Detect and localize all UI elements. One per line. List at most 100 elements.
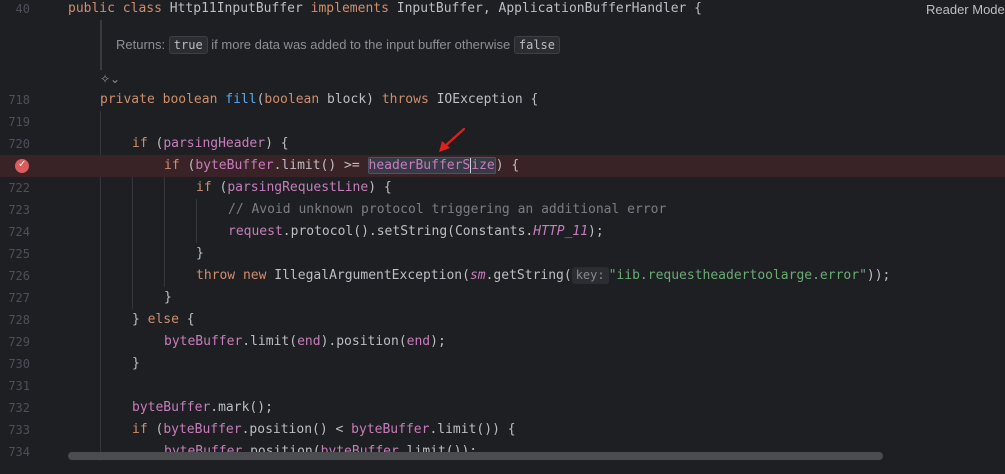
- param: block): [319, 92, 382, 107]
- line-number: 732: [8, 401, 30, 415]
- keyword: if: [196, 180, 212, 195]
- method-call: .position() <: [241, 422, 352, 437]
- doc-code-false: false: [513, 36, 560, 54]
- method-name: fill: [225, 92, 257, 107]
- keyword: public: [68, 1, 115, 16]
- line-number: 728: [8, 313, 30, 327]
- highlighted-field: headerBufferSize: [367, 157, 496, 174]
- code-line-723[interactable]: 723 // Avoid unknown protocol triggering…: [0, 199, 1005, 221]
- code-line-731[interactable]: 731: [0, 375, 1005, 397]
- method-call: .getString(: [485, 268, 572, 283]
- code-line-header[interactable]: 40 public class Http11InputBuffer implem…: [0, 0, 1005, 20]
- field-name: end: [297, 334, 321, 349]
- code-line-726[interactable]: 726 throw new IllegalArgumentException(s…: [0, 265, 1005, 287]
- constant: HTTP_11: [533, 224, 589, 239]
- field-part: headerBufferS: [368, 158, 471, 173]
- method-call: .limit()) {: [429, 422, 516, 437]
- code-line-725[interactable]: 725 }: [0, 243, 1005, 265]
- brace: }: [132, 312, 148, 327]
- line-number: 726: [8, 269, 30, 283]
- ai-lens-icon[interactable]: ✧⌄: [100, 72, 120, 86]
- code-editor[interactable]: 40 public class Http11InputBuffer implem…: [0, 0, 1005, 474]
- paren: (: [147, 422, 164, 437]
- interfaces: InputBuffer, ApplicationBufferHandler {: [396, 1, 703, 16]
- caret-field-part: ize: [470, 158, 495, 173]
- field-name: byteBuffer: [164, 334, 243, 349]
- keyword: boolean: [162, 92, 218, 107]
- keyword: class: [122, 1, 162, 16]
- keyword: boolean: [264, 92, 320, 107]
- field-name: parsingRequestLine: [227, 180, 369, 195]
- keyword: throw: [196, 268, 236, 283]
- class-declaration: public class Http11InputBuffer implement…: [68, 0, 702, 20]
- keyword: new: [242, 268, 267, 283]
- red-arrow-annotation: [439, 127, 466, 152]
- line-number: 734: [8, 445, 30, 459]
- string-literal: "iib.requestheadertoolarge.error": [608, 268, 867, 283]
- field-name: byteBuffer: [132, 400, 211, 415]
- keyword: else: [147, 312, 179, 327]
- line-number: 722: [8, 181, 30, 195]
- paren: ));: [866, 268, 891, 283]
- exception: IOException {: [428, 92, 539, 107]
- line-number: 733: [8, 423, 30, 437]
- brace: {: [178, 312, 195, 327]
- doc-text: if more data was added to the input buff…: [211, 37, 511, 52]
- javadoc-returns: Returns: true if more data was added to …: [116, 36, 560, 54]
- keyword: if: [132, 136, 148, 151]
- keyword: implements: [310, 1, 389, 16]
- doc-code-true: true: [168, 36, 208, 54]
- field-name: byteBuffer: [195, 158, 274, 173]
- brace: }: [196, 246, 204, 261]
- reader-mode-button[interactable]: Reader Mode: [926, 2, 1005, 17]
- paren: ) {: [495, 158, 520, 173]
- class-name: Http11InputBuffer: [169, 1, 303, 16]
- code-line-719[interactable]: 719: [0, 111, 1005, 133]
- code-line-722[interactable]: 722 if (parsingRequestLine) {: [0, 177, 1005, 199]
- paren: );: [588, 224, 604, 239]
- line-number: 720: [8, 137, 30, 151]
- method-call: ).position(: [320, 334, 407, 349]
- doc-label: Returns:: [116, 37, 166, 52]
- line-number: 727: [8, 291, 30, 305]
- code-line-728[interactable]: 728 } else {: [0, 309, 1005, 331]
- brace: }: [164, 290, 172, 305]
- code-line-720[interactable]: 720 if (parsingHeader) {: [0, 133, 1005, 155]
- paren: ) {: [368, 180, 392, 195]
- paren: (: [179, 158, 196, 173]
- code-line-718[interactable]: 718 private boolean fill(boolean block) …: [0, 89, 1005, 111]
- parameter-hint: key:: [571, 267, 609, 284]
- line-number: 40: [15, 2, 30, 16]
- line-number: 724: [8, 225, 30, 239]
- field-name: byteBuffer: [163, 422, 242, 437]
- code-line-729[interactable]: 729 byteBuffer.limit(end).position(end);: [0, 331, 1005, 353]
- line-number: 718: [8, 93, 30, 107]
- code-line-730[interactable]: 730 }: [0, 353, 1005, 375]
- keyword: throws: [381, 92, 429, 107]
- paren: );: [430, 334, 446, 349]
- keyword: private: [100, 92, 155, 107]
- code-line-733[interactable]: 733 if (byteBuffer.position() < byteBuff…: [0, 419, 1005, 441]
- brace: }: [132, 356, 140, 371]
- field-name: byteBuffer: [351, 422, 430, 437]
- line-number: 723: [8, 203, 30, 217]
- line-number: 725: [8, 247, 30, 261]
- paren: (: [147, 136, 164, 151]
- field-name: request: [228, 224, 283, 239]
- code-line-721-breakpoint[interactable]: ✓ if (byteBuffer.limit() >= headerBuffer…: [0, 155, 1005, 177]
- line-number: 719: [8, 115, 30, 129]
- field-name: parsingHeader: [163, 136, 266, 151]
- method-call: .mark();: [210, 400, 273, 415]
- breakpoint-check-icon[interactable]: ✓: [15, 159, 29, 173]
- keyword: if: [132, 422, 148, 437]
- code-line-732[interactable]: 732 byteBuffer.mark();: [0, 397, 1005, 419]
- line-number: 730: [8, 357, 30, 371]
- code-line-727[interactable]: 727 }: [0, 287, 1005, 309]
- paren: (: [211, 180, 228, 195]
- method-call: .limit(: [242, 334, 298, 349]
- code-line-724[interactable]: 724 request.protocol().setString(Constan…: [0, 221, 1005, 243]
- line-number: 731: [8, 379, 30, 393]
- keyword: if: [164, 158, 180, 173]
- horizontal-scrollbar[interactable]: [68, 452, 883, 460]
